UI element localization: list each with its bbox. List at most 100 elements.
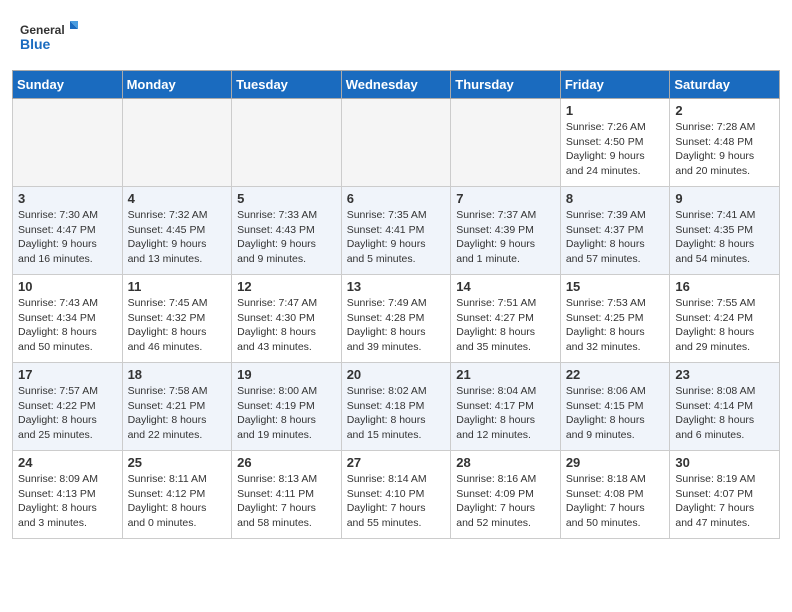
day-number: 14 (456, 279, 555, 294)
day-cell (232, 99, 342, 187)
day-info: Sunrise: 7:58 AM Sunset: 4:21 PM Dayligh… (128, 384, 227, 443)
day-cell: 8 Sunrise: 7:39 AM Sunset: 4:37 PM Daylig… (560, 187, 670, 275)
day-cell (122, 99, 232, 187)
day-number: 8 (566, 191, 665, 206)
day-number: 27 (347, 455, 446, 470)
day-info: Sunrise: 7:49 AM Sunset: 4:28 PM Dayligh… (347, 296, 446, 355)
week-row-1: 1Sunrise: 7:26 AM Sunset: 4:50 PM Daylig… (13, 99, 780, 187)
header-saturday: Saturday (670, 71, 780, 99)
day-number: 26 (237, 455, 336, 470)
day-number: 9 (675, 191, 774, 206)
day-cell (341, 99, 451, 187)
day-info: Sunrise: 7:32 AM Sunset: 4:45 PM Dayligh… (128, 208, 227, 267)
header-sunday: Sunday (13, 71, 123, 99)
day-cell: 9 Sunrise: 7:41 AM Sunset: 4:35 PM Daylig… (670, 187, 780, 275)
day-cell: 3Sunrise: 7:30 AM Sunset: 4:47 PM Daylig… (13, 187, 123, 275)
header-tuesday: Tuesday (232, 71, 342, 99)
day-info: Sunrise: 8:00 AM Sunset: 4:19 PM Dayligh… (237, 384, 336, 443)
day-info: Sunrise: 8:11 AM Sunset: 4:12 PM Dayligh… (128, 472, 227, 531)
day-number: 21 (456, 367, 555, 382)
day-number: 7 (456, 191, 555, 206)
day-cell: 1Sunrise: 7:26 AM Sunset: 4:50 PM Daylig… (560, 99, 670, 187)
logo-icon: General Blue (20, 16, 80, 56)
day-cell: 15 Sunrise: 7:53 AM Sunset: 4:25 PM Dayli… (560, 275, 670, 363)
header-friday: Friday (560, 71, 670, 99)
day-cell: 18 Sunrise: 7:58 AM Sunset: 4:21 PM Dayli… (122, 363, 232, 451)
day-number: 29 (566, 455, 665, 470)
day-cell (13, 99, 123, 187)
day-info: Sunrise: 7:41 AM Sunset: 4:35 PM Dayligh… (675, 208, 774, 267)
day-cell: 21 Sunrise: 8:04 AM Sunset: 4:17 PM Dayli… (451, 363, 561, 451)
day-number: 12 (237, 279, 336, 294)
day-cell: 28 Sunrise: 8:16 AM Sunset: 4:09 PM Dayli… (451, 451, 561, 539)
day-cell: 16 Sunrise: 7:55 AM Sunset: 4:24 PM Dayli… (670, 275, 780, 363)
day-cell: 29 Sunrise: 8:18 AM Sunset: 4:08 PM Dayli… (560, 451, 670, 539)
day-cell: 25 Sunrise: 8:11 AM Sunset: 4:12 PM Dayli… (122, 451, 232, 539)
day-cell: 13 Sunrise: 7:49 AM Sunset: 4:28 PM Dayli… (341, 275, 451, 363)
day-info: Sunrise: 8:08 AM Sunset: 4:14 PM Dayligh… (675, 384, 774, 443)
calendar: SundayMondayTuesdayWednesdayThursdayFrid… (12, 70, 780, 539)
day-info: Sunrise: 8:13 AM Sunset: 4:11 PM Dayligh… (237, 472, 336, 531)
page-header: General Blue (0, 0, 792, 60)
day-info: Sunrise: 7:37 AM Sunset: 4:39 PM Dayligh… (456, 208, 555, 267)
day-info: Sunrise: 8:14 AM Sunset: 4:10 PM Dayligh… (347, 472, 446, 531)
day-info: Sunrise: 7:28 AM Sunset: 4:48 PM Dayligh… (675, 120, 774, 179)
day-info: Sunrise: 8:06 AM Sunset: 4:15 PM Dayligh… (566, 384, 665, 443)
day-info: Sunrise: 7:35 AM Sunset: 4:41 PM Dayligh… (347, 208, 446, 267)
day-number: 2 (675, 103, 774, 118)
header-wednesday: Wednesday (341, 71, 451, 99)
day-info: Sunrise: 8:09 AM Sunset: 4:13 PM Dayligh… (18, 472, 117, 531)
day-info: Sunrise: 7:39 AM Sunset: 4:37 PM Dayligh… (566, 208, 665, 267)
day-number: 5 (237, 191, 336, 206)
day-number: 15 (566, 279, 665, 294)
day-number: 28 (456, 455, 555, 470)
week-row-3: 10 Sunrise: 7:43 AM Sunset: 4:34 PM Dayli… (13, 275, 780, 363)
header-row: SundayMondayTuesdayWednesdayThursdayFrid… (13, 71, 780, 99)
day-info: Sunrise: 7:57 AM Sunset: 4:22 PM Dayligh… (18, 384, 117, 443)
header-thursday: Thursday (451, 71, 561, 99)
week-row-2: 3Sunrise: 7:30 AM Sunset: 4:47 PM Daylig… (13, 187, 780, 275)
day-cell: 26 Sunrise: 8:13 AM Sunset: 4:11 PM Dayli… (232, 451, 342, 539)
day-info: Sunrise: 7:33 AM Sunset: 4:43 PM Dayligh… (237, 208, 336, 267)
day-info: Sunrise: 8:18 AM Sunset: 4:08 PM Dayligh… (566, 472, 665, 531)
day-number: 10 (18, 279, 117, 294)
day-number: 25 (128, 455, 227, 470)
day-number: 11 (128, 279, 227, 294)
day-cell: 22Sunrise: 8:06 AM Sunset: 4:15 PM Dayli… (560, 363, 670, 451)
day-cell: 20 Sunrise: 8:02 AM Sunset: 4:18 PM Dayli… (341, 363, 451, 451)
day-info: Sunrise: 8:16 AM Sunset: 4:09 PM Dayligh… (456, 472, 555, 531)
day-number: 23 (675, 367, 774, 382)
day-cell: 11Sunrise: 7:45 AM Sunset: 4:32 PM Dayli… (122, 275, 232, 363)
day-info: Sunrise: 7:26 AM Sunset: 4:50 PM Dayligh… (566, 120, 665, 179)
day-cell: 24Sunrise: 8:09 AM Sunset: 4:13 PM Dayli… (13, 451, 123, 539)
day-cell: 27 Sunrise: 8:14 AM Sunset: 4:10 PM Dayli… (341, 451, 451, 539)
day-cell: 30Sunrise: 8:19 AM Sunset: 4:07 PM Dayli… (670, 451, 780, 539)
day-info: Sunrise: 7:43 AM Sunset: 4:34 PM Dayligh… (18, 296, 117, 355)
logo: General Blue (20, 16, 80, 56)
day-number: 19 (237, 367, 336, 382)
day-info: Sunrise: 8:19 AM Sunset: 4:07 PM Dayligh… (675, 472, 774, 531)
day-cell: 17 Sunrise: 7:57 AM Sunset: 4:22 PM Dayli… (13, 363, 123, 451)
day-number: 20 (347, 367, 446, 382)
day-info: Sunrise: 7:30 AM Sunset: 4:47 PM Dayligh… (18, 208, 117, 267)
day-info: Sunrise: 7:53 AM Sunset: 4:25 PM Dayligh… (566, 296, 665, 355)
day-number: 13 (347, 279, 446, 294)
day-number: 6 (347, 191, 446, 206)
day-cell: 12 Sunrise: 7:47 AM Sunset: 4:30 PM Dayli… (232, 275, 342, 363)
day-info: Sunrise: 8:02 AM Sunset: 4:18 PM Dayligh… (347, 384, 446, 443)
week-row-4: 17 Sunrise: 7:57 AM Sunset: 4:22 PM Dayli… (13, 363, 780, 451)
day-cell: 10 Sunrise: 7:43 AM Sunset: 4:34 PM Dayli… (13, 275, 123, 363)
day-number: 16 (675, 279, 774, 294)
day-number: 17 (18, 367, 117, 382)
day-info: Sunrise: 8:04 AM Sunset: 4:17 PM Dayligh… (456, 384, 555, 443)
day-number: 4 (128, 191, 227, 206)
day-info: Sunrise: 7:55 AM Sunset: 4:24 PM Dayligh… (675, 296, 774, 355)
week-row-5: 24Sunrise: 8:09 AM Sunset: 4:13 PM Dayli… (13, 451, 780, 539)
day-number: 18 (128, 367, 227, 382)
day-info: Sunrise: 7:47 AM Sunset: 4:30 PM Dayligh… (237, 296, 336, 355)
day-info: Sunrise: 7:51 AM Sunset: 4:27 PM Dayligh… (456, 296, 555, 355)
day-cell: 4 Sunrise: 7:32 AM Sunset: 4:45 PM Daylig… (122, 187, 232, 275)
header-monday: Monday (122, 71, 232, 99)
svg-text:Blue: Blue (20, 36, 51, 52)
day-cell: 14 Sunrise: 7:51 AM Sunset: 4:27 PM Dayli… (451, 275, 561, 363)
